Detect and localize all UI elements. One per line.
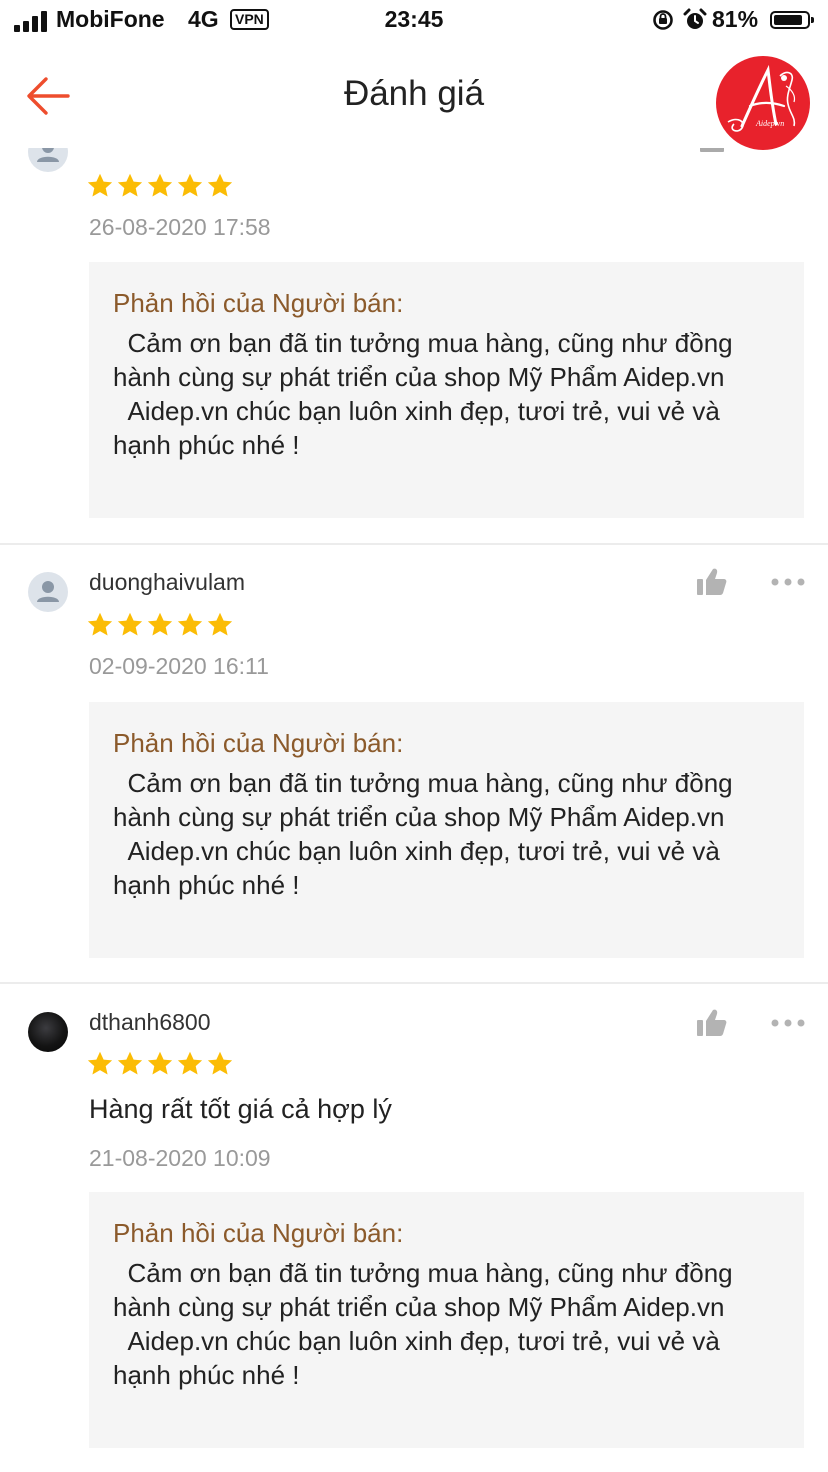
more-options-icon[interactable] (770, 1018, 806, 1028)
star-icon (87, 173, 113, 197)
reply-text: Cảm ơn bạn đã tin tưởng mua hàng, cũng n… (113, 328, 733, 460)
star-icon (117, 1051, 143, 1075)
thumbs-up-icon[interactable] (698, 148, 726, 154)
thumbs-up-icon[interactable] (696, 1008, 728, 1038)
star-icon (117, 612, 143, 636)
review-item: 26-08-2020 17:58 Phản hồi của Người bán:… (0, 148, 828, 544)
user-avatar-icon[interactable] (28, 572, 68, 612)
star-icon (87, 612, 113, 636)
review-list[interactable]: 26-08-2020 17:58 Phản hồi của Người bán:… (0, 148, 828, 1472)
reply-title: Phản hồi của Người bán: (113, 728, 404, 758)
shop-logo[interactable]: Aidep.vn (716, 56, 810, 150)
more-options-icon[interactable] (770, 577, 806, 587)
logo-text: Aidep.vn (755, 119, 784, 128)
seller-reply: Phản hồi của Người bán: Cảm ơn bạn đã ti… (89, 262, 804, 518)
user-avatar-icon[interactable] (28, 148, 68, 172)
reply-title: Phản hồi của Người bán: (113, 288, 404, 318)
reply-title: Phản hồi của Người bán: (113, 1218, 404, 1248)
star-icon (147, 173, 173, 197)
review-username[interactable]: dthanh6800 (89, 1009, 211, 1036)
review-item: duonghaivulam 02-09-2020 16:11 Phản hồi … (0, 545, 828, 983)
alarm-icon (683, 8, 707, 29)
seller-reply: Phản hồi của Người bán: Cảm ơn bạn đã ti… (89, 1192, 804, 1448)
rotation-lock-icon (653, 10, 673, 30)
star-icon (207, 612, 233, 636)
star-icon (117, 173, 143, 197)
page-title: Đánh giá (343, 74, 485, 113)
star-icon (177, 173, 203, 197)
review-date: 02-09-2020 16:11 (89, 653, 269, 679)
star-icon (87, 1051, 113, 1075)
rating-stars (86, 1050, 236, 1078)
thumbs-up-icon[interactable] (696, 567, 728, 597)
battery-percent: 81% (712, 6, 759, 32)
battery-icon (770, 11, 814, 29)
star-icon (207, 173, 233, 197)
star-icon (147, 612, 173, 636)
star-icon (177, 1051, 203, 1075)
star-icon (207, 1051, 233, 1075)
review-comment: Hàng rất tốt giá cả hợp lý (89, 1094, 392, 1124)
reply-text: Cảm ơn bạn đã tin tưởng mua hàng, cũng n… (113, 1258, 733, 1390)
rating-stars (86, 172, 236, 200)
seller-reply: Phản hồi của Người bán: Cảm ơn bạn đã ti… (89, 702, 804, 958)
nav-header: Đánh giá Aidep.vn (0, 44, 828, 150)
rating-stars (86, 611, 236, 639)
review-date: 26-08-2020 17:58 (89, 214, 271, 240)
star-icon (177, 612, 203, 636)
review-username[interactable]: duonghaivulam (89, 569, 245, 596)
aidep-logo-icon: Aidep.vn (727, 64, 796, 132)
status-bar: MobiFone 4G VPN 23:45 81% (0, 0, 828, 44)
user-avatar[interactable] (28, 1012, 68, 1052)
star-icon (147, 1051, 173, 1075)
review-date: 21-08-2020 10:09 (89, 1145, 271, 1171)
reply-text: Cảm ơn bạn đã tin tưởng mua hàng, cũng n… (113, 768, 733, 900)
review-item: dthanh6800 Hàng rất tốt giá cả hợp lý 21… (0, 984, 828, 1472)
